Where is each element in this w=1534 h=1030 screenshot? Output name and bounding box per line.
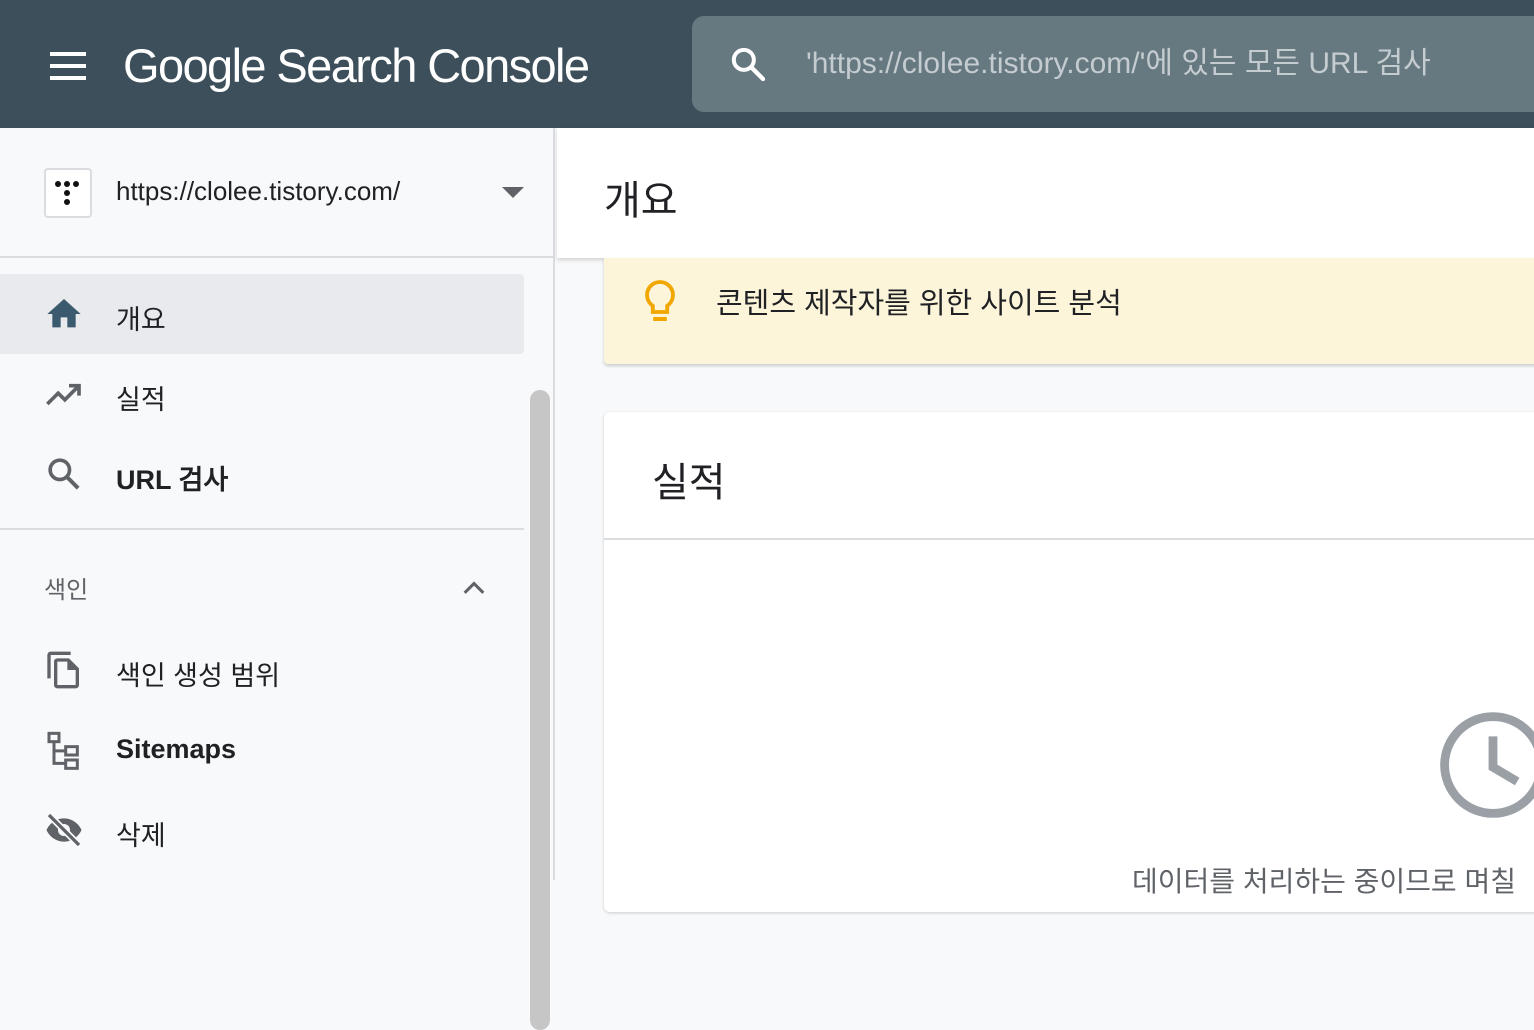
sidebar-nav: 개요 실적 URL 검사 색인 색인 생성 범위 Sitemaps 삭제 (0, 274, 524, 870)
search-input[interactable] (806, 40, 1506, 88)
site-favicon-icon (44, 168, 92, 218)
sidebar-item-label: 개요 (116, 305, 166, 335)
sidebar-item-sitemaps[interactable]: Sitemaps (0, 710, 524, 790)
sidebar-item-label: 색인 생성 범위 (116, 661, 281, 691)
processing-message: 데이터를 처리하는 중이므로 며칠 (1132, 866, 1516, 897)
sidebar-item-label: 삭제 (116, 821, 166, 851)
sidebar: https://clolee.tistory.com/ 개요 실적 URL 검사 (0, 128, 555, 1030)
file-copy-icon (47, 651, 79, 689)
sitemap-icon (47, 731, 79, 770)
page-header: 개요 (557, 128, 1534, 258)
sidebar-item-label: URL 검사 (116, 465, 229, 495)
page-title: 개요 (604, 179, 678, 223)
url-inspect-search[interactable] (692, 16, 1534, 112)
clock-icon (1440, 712, 1534, 818)
lightbulb-icon (645, 280, 675, 321)
menu-icon-line (50, 76, 86, 80)
section-title: 색인 (44, 577, 89, 604)
sidebar-item-coverage[interactable]: 색인 생성 범위 (0, 630, 524, 710)
menu-icon-line (50, 52, 86, 56)
performance-card: 실적 데이터를 처리하는 중이므로 며칠 (604, 412, 1534, 912)
top-app-bar: Google Search Console (0, 0, 1534, 128)
sidebar-item-label: 실적 (116, 385, 166, 415)
menu-icon-line (50, 64, 86, 68)
eye-off-icon (46, 812, 82, 848)
app-logo[interactable]: Google Search Console (123, 38, 590, 93)
insights-banner[interactable]: 콘텐츠 제작자를 위한 사이트 분석 (604, 258, 1534, 364)
sidebar-item-url-inspection[interactable]: URL 검사 (0, 434, 524, 514)
property-url: https://clolee.tistory.com/ (116, 176, 401, 206)
sidebar-scrollbar[interactable] (530, 390, 550, 1030)
sidebar-item-overview[interactable]: 개요 (0, 274, 524, 354)
search-icon[interactable] (728, 44, 768, 84)
dropdown-caret-icon[interactable] (502, 187, 524, 198)
sidebar-section-index[interactable]: 색인 (0, 530, 524, 630)
property-selector[interactable]: https://clolee.tistory.com/ (0, 128, 553, 258)
sidebar-item-label: Sitemaps (116, 734, 237, 764)
search-icon (48, 458, 80, 490)
trending-up-icon (46, 383, 81, 406)
card-title: 실적 (652, 461, 726, 505)
sidebar-item-performance[interactable]: 실적 (0, 354, 524, 434)
card-divider (604, 538, 1534, 540)
sidebar-item-removals[interactable]: 삭제 (0, 790, 524, 870)
chevron-up-icon[interactable] (460, 576, 488, 598)
banner-text: 콘텐츠 제작자를 위한 사이트 분석 (716, 288, 1122, 320)
main-menu-button[interactable] (44, 44, 92, 88)
home-icon (47, 299, 81, 328)
